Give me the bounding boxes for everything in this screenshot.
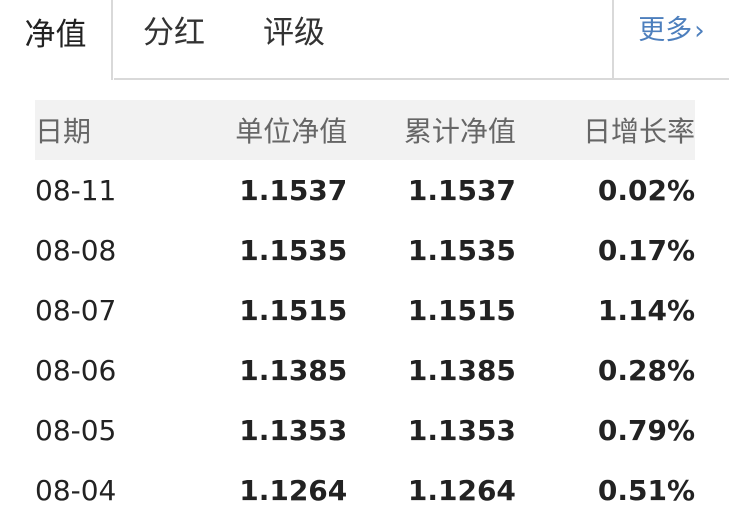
more-link[interactable]: 更多› bbox=[612, 0, 729, 79]
header-unit-nav: 单位净值 bbox=[235, 115, 348, 148]
row-date: 08-07 bbox=[35, 293, 117, 327]
row-daily-growth: 0.51% bbox=[597, 473, 695, 507]
table-row: 08-08 1.1535 1.1535 0.17% bbox=[35, 220, 695, 280]
row-date: 08-11 bbox=[35, 173, 117, 207]
row-daily-growth: 0.02% bbox=[597, 173, 695, 207]
row-unit-nav: 1.1537 bbox=[239, 173, 348, 207]
more-label: 更多 bbox=[638, 15, 693, 46]
tab-dividend[interactable]: 分红 bbox=[143, 0, 205, 66]
row-daily-growth: 0.28% bbox=[597, 353, 695, 387]
header-daily-growth: 日增长率 bbox=[582, 115, 695, 148]
row-unit-nav: 1.1535 bbox=[239, 233, 348, 267]
row-daily-growth: 1.14% bbox=[597, 293, 695, 327]
tab-bar: 净值 分红 评级 更多› bbox=[0, 0, 729, 80]
row-unit-nav: 1.1264 bbox=[239, 473, 348, 507]
table-row: 08-06 1.1385 1.1385 0.28% bbox=[35, 340, 695, 400]
row-accum-nav: 1.1385 bbox=[407, 353, 516, 387]
header-accum-nav: 累计净值 bbox=[403, 115, 516, 148]
table-row: 08-07 1.1515 1.1515 1.14% bbox=[35, 280, 695, 340]
tab-nav[interactable]: 净值 bbox=[0, 0, 113, 80]
nav-table: 日期 单位净值 累计净值 日增长率 08-11 1.1537 1.1537 0.… bbox=[35, 100, 695, 520]
row-unit-nav: 1.1353 bbox=[239, 413, 348, 447]
row-accum-nav: 1.1535 bbox=[407, 233, 516, 267]
tab-rating[interactable]: 评级 bbox=[263, 0, 325, 66]
row-date: 08-06 bbox=[35, 353, 117, 387]
chevron-right-icon: › bbox=[694, 16, 705, 46]
row-daily-growth: 0.79% bbox=[597, 413, 695, 447]
table-row: 08-05 1.1353 1.1353 0.79% bbox=[35, 400, 695, 460]
table-header-row: 日期 单位净值 累计净值 日增长率 bbox=[35, 100, 695, 160]
row-date: 08-04 bbox=[35, 473, 117, 507]
table-row: 08-11 1.1537 1.1537 0.02% bbox=[35, 160, 695, 220]
row-accum-nav: 1.1353 bbox=[407, 413, 516, 447]
row-unit-nav: 1.1385 bbox=[239, 353, 348, 387]
row-date: 08-08 bbox=[35, 233, 117, 267]
table-row: 08-04 1.1264 1.1264 0.51% bbox=[35, 460, 695, 520]
row-unit-nav: 1.1515 bbox=[239, 293, 348, 327]
row-accum-nav: 1.1515 bbox=[407, 293, 516, 327]
row-accum-nav: 1.1264 bbox=[407, 473, 516, 507]
row-date: 08-05 bbox=[35, 413, 117, 447]
row-accum-nav: 1.1537 bbox=[407, 173, 516, 207]
header-date: 日期 bbox=[35, 115, 92, 148]
row-daily-growth: 0.17% bbox=[597, 233, 695, 267]
